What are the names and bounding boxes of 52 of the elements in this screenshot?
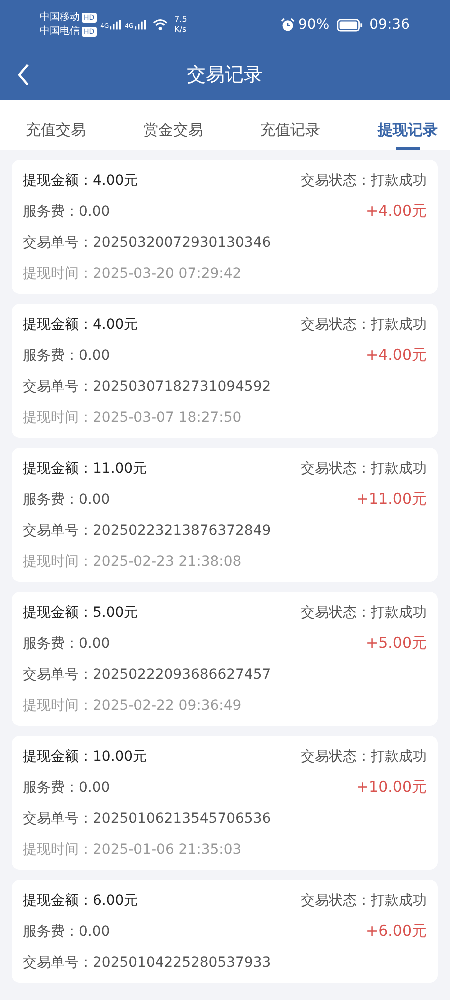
order-number: 交易单号：20250307182731094592 <box>23 378 272 396</box>
service-fee: 服务费：0.00 <box>23 922 110 940</box>
signal-icon <box>134 20 146 30</box>
transaction-status: 交易状态：打款成功 <box>301 316 427 334</box>
withdraw-time: 提现时间：2025-02-22 09:36:49 <box>23 696 242 714</box>
withdraw-amount: 提现金额：4.00元 <box>23 316 138 334</box>
withdraw-amount: 提现金额：11.00元 <box>23 460 148 478</box>
withdraw-time: 提现时间：2025-03-20 07:29:42 <box>23 264 242 282</box>
transaction-status: 交易状态：打款成功 <box>301 172 427 190</box>
carrier-name: 中国移动 <box>40 11 80 25</box>
battery-icon <box>336 18 363 32</box>
withdraw-amount: 提现金额：4.00元 <box>23 172 138 190</box>
service-fee: 服务费：0.00 <box>23 346 110 364</box>
amount-change: +4.00元 <box>366 202 427 221</box>
battery-percent: 90% <box>298 17 330 33</box>
transaction-status: 交易状态：打款成功 <box>301 748 427 766</box>
page-title: 交易记录 <box>187 63 263 88</box>
transaction-status: 交易状态：打款成功 <box>301 460 427 478</box>
order-number: 交易单号：20250320072930130346 <box>23 234 272 252</box>
tab[interactable]: 赏金交易 <box>143 108 204 150</box>
speed-unit: K/s <box>174 25 188 35</box>
tab[interactable]: 提现记录 <box>378 108 438 150</box>
withdraw-amount: 提现金额：10.00元 <box>23 748 148 766</box>
amount-change: +10.00元 <box>356 778 427 797</box>
service-fee: 服务费：0.00 <box>23 490 110 508</box>
amount-change: +11.00元 <box>356 490 427 509</box>
network-speed: 7.5 <box>174 15 188 25</box>
tab[interactable]: 充值记录 <box>260 108 321 150</box>
alarm-icon <box>280 18 295 32</box>
amount-change: +6.00元 <box>366 922 427 941</box>
signal-icon <box>110 20 122 30</box>
transaction-status: 交易状态：打款成功 <box>301 892 427 910</box>
transaction-status: 交易状态：打款成功 <box>301 604 427 622</box>
wifi-icon <box>152 19 168 31</box>
amount-change: +5.00元 <box>366 634 427 653</box>
withdraw-time: 提现时间：2025-01-06 21:35:03 <box>23 840 242 858</box>
service-fee: 服务费：0.00 <box>23 202 110 220</box>
carrier-name: 中国电信 <box>40 25 80 39</box>
service-fee: 服务费：0.00 <box>23 634 110 652</box>
tab[interactable]: 充值交易 <box>26 108 86 150</box>
order-number: 交易单号：20250222093686627457 <box>23 666 272 684</box>
order-number: 交易单号：20250106213545706536 <box>23 810 272 828</box>
order-number: 交易单号：20250104225280537933 <box>23 954 272 972</box>
withdraw-time: 提现时间：2025-02-23 21:38:08 <box>23 552 242 570</box>
withdraw-time: 提现时间：2025-03-07 18:27:50 <box>23 408 242 426</box>
withdraw-amount: 提现金额：6.00元 <box>23 892 138 910</box>
amount-change: +4.00元 <box>366 346 427 365</box>
withdraw-amount: 提现金额：5.00元 <box>23 604 138 622</box>
service-fee: 服务费：0.00 <box>23 778 110 796</box>
order-number: 交易单号：20250223213876372849 <box>23 522 272 540</box>
clock: 09:36 <box>370 17 410 33</box>
back-icon <box>18 64 30 86</box>
